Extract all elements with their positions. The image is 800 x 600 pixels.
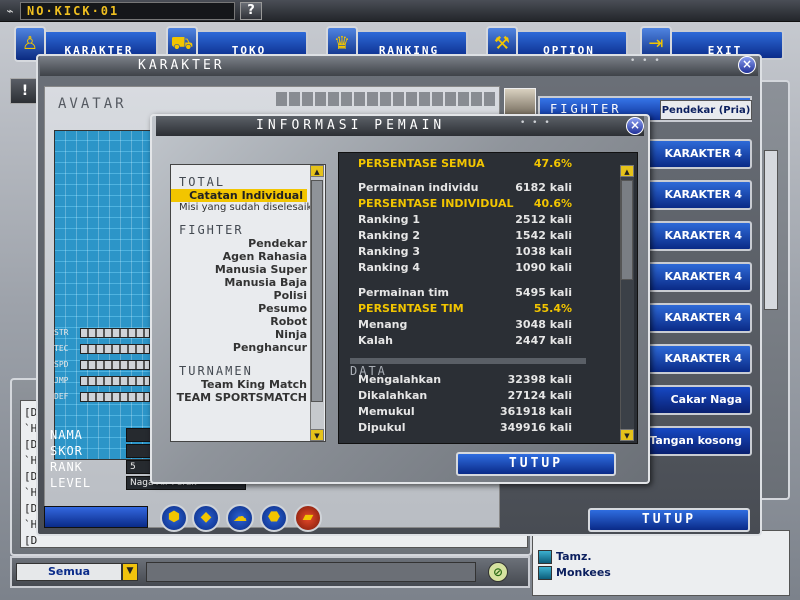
stat-label: STR — [54, 328, 69, 337]
stat-mengalahkan: Mengalahkan 32398 kali — [358, 373, 572, 386]
list-item[interactable]: Monkees — [538, 566, 611, 582]
category-item[interactable]: Ninja — [171, 328, 325, 341]
game-title: NO·KICK·01 — [20, 2, 235, 20]
stat-bar — [80, 392, 150, 402]
fighter-class: Pendekar (Pria) — [660, 100, 752, 120]
user-icon — [538, 550, 552, 564]
karakter-tutup-button[interactable]: TUTUP — [588, 508, 750, 532]
category-head-total: TOTAL — [179, 175, 226, 189]
user-name: Tamz. — [556, 550, 592, 563]
chevron-down-icon[interactable]: ▼ — [122, 563, 138, 581]
stat-bar — [80, 360, 150, 370]
stat-dikalahkan: Dikalahkan 27124 kali — [358, 389, 572, 402]
gem-icon[interactable]: ⬣ — [260, 504, 288, 532]
rank-label: RANK — [50, 460, 83, 474]
stat-memukul: Memukul 361918 kali — [358, 405, 572, 418]
avatar-options-grid[interactable] — [276, 92, 496, 106]
stat-persentase-semua: PERSENTASE SEMUA 47.6% — [358, 157, 572, 170]
stat-bar — [80, 328, 150, 338]
chat-bubble-icon[interactable]: ☁ — [226, 504, 254, 532]
category-item[interactable]: Manusia Super — [171, 263, 325, 276]
stat-label: SPD — [54, 360, 69, 369]
scroll-down-icon[interactable]: ▼ — [310, 429, 324, 441]
informasi-tutup-button[interactable]: TUTUP — [456, 452, 616, 476]
category-item[interactable]: Agen Rahasia — [171, 250, 325, 263]
stat-label: TEC — [54, 344, 69, 353]
stat-label: JMP — [54, 376, 69, 385]
category-note[interactable]: Misi yang sudah diselesaikan — [171, 202, 325, 213]
stat-persentase-tim: PERSENTASE TIM 55.4% — [358, 302, 572, 315]
stat-permainan-tim: Permainan tim 5495 kali — [358, 286, 572, 299]
stat-ranking-4: Ranking 4 1090 kali — [358, 261, 572, 274]
category-list: TOTAL Catatan Individual Misi yang sudah… — [170, 164, 326, 442]
stat-bar — [80, 344, 150, 354]
category-head-fighter: FIGHTER — [179, 223, 244, 237]
list-item[interactable]: Tamz. — [538, 550, 592, 566]
stat-kalah: Kalah 2447 kali — [358, 334, 572, 347]
category-item[interactable]: Pesumo — [171, 302, 325, 315]
user-icon — [538, 566, 552, 580]
category-item[interactable]: Polisi — [171, 289, 325, 302]
category-item[interactable]: Manusia Baja — [171, 276, 325, 289]
karakter-toolbar — [44, 506, 148, 528]
stat-label: DEF — [54, 392, 69, 401]
scroll-up-icon[interactable]: ▲ — [620, 165, 634, 177]
decor-dots: • • • — [520, 118, 552, 128]
close-icon[interactable]: × — [738, 56, 756, 74]
stat-menang: Menang 3048 kali — [358, 318, 572, 331]
send-icon[interactable]: ⊘ — [488, 562, 508, 582]
category-item[interactable]: Penghancur — [171, 341, 325, 354]
chat-line: [D — [24, 534, 38, 547]
avatar-label: AVATAR — [58, 96, 127, 112]
stat-dipukul: Dipukul 349916 kali — [358, 421, 572, 434]
stat-ranking-1: Ranking 1 2512 kali — [358, 213, 572, 226]
stat-ranking-3: Ranking 3 1038 kali — [358, 245, 572, 258]
item-icon[interactable]: ◆ — [192, 504, 220, 532]
slot-scrollbar[interactable] — [764, 150, 778, 310]
help-button[interactable]: ? — [240, 2, 262, 20]
category-item[interactable]: Team King Match — [171, 378, 325, 391]
chat-input[interactable] — [146, 562, 476, 582]
decor-dots: • • • — [630, 56, 662, 66]
hexagon-icon[interactable]: ⬢ — [160, 504, 188, 532]
level-label: LEVEL — [50, 476, 92, 490]
stat-bar — [80, 376, 150, 386]
user-name: Monkees — [556, 566, 611, 579]
stat-permainan-individu: Permainan individu 6182 kali — [358, 181, 572, 194]
avatar-preview — [54, 130, 154, 460]
category-item[interactable]: Pendekar — [171, 237, 325, 250]
scroll-up-icon[interactable]: ▲ — [310, 165, 324, 177]
category-item[interactable]: Robot — [171, 315, 325, 328]
close-icon[interactable]: × — [626, 117, 644, 135]
category-head-turnamen: TURNAMEN — [179, 364, 253, 378]
nama-label: NAMA — [50, 428, 83, 442]
scroll-thumb[interactable] — [311, 180, 323, 402]
scroll-down-icon[interactable]: ▼ — [620, 429, 634, 441]
stat-ranking-2: Ranking 2 1542 kali — [358, 229, 572, 242]
signal-icon: ⌁ — [6, 4, 14, 18]
scroll-thumb[interactable] — [621, 180, 633, 280]
data-section-head: DATA — [350, 358, 586, 378]
category-item[interactable]: TEAM SPORTSMATCH — [171, 391, 325, 404]
skor-label: SKOR — [50, 444, 83, 458]
stat-persentase-individual: PERSENTASE INDIVIDUAL 40.6% — [358, 197, 572, 210]
informasi-pemain-title: INFORMASI PEMAIN — [156, 116, 644, 136]
chat-filter-select[interactable]: Semua — [16, 563, 122, 581]
card-icon[interactable]: ▰ — [294, 504, 322, 532]
category-item-catatan-individual[interactable]: Catatan Individual — [171, 189, 307, 202]
